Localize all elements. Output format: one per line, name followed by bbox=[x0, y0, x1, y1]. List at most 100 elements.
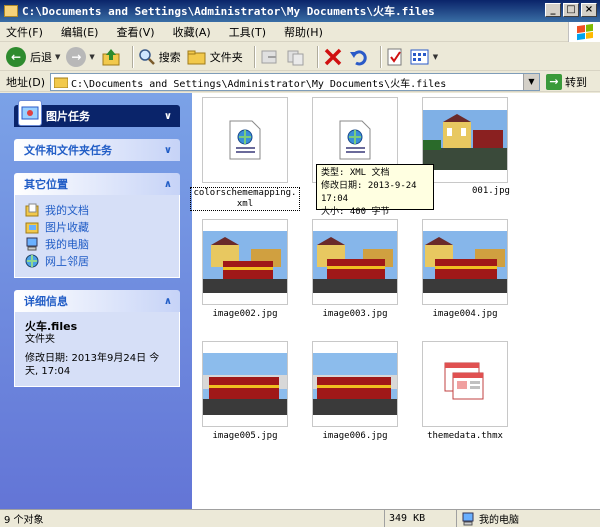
undo-button[interactable] bbox=[349, 47, 369, 67]
menu-favorites[interactable]: 收藏(A) bbox=[173, 24, 211, 40]
toolbar: ← 后退 ▼ → ▼ 搜索 文件夹 ▼ bbox=[0, 43, 600, 71]
file-item[interactable]: themedata.thmx bbox=[422, 341, 508, 441]
link-my-documents[interactable]: 我的文档 bbox=[25, 201, 169, 218]
file-item[interactable] bbox=[422, 97, 508, 183]
file-thumbnail bbox=[422, 341, 508, 427]
file-folder-tasks-header[interactable]: 文件和文件夹任务 ∨ bbox=[14, 139, 180, 161]
move-to-icon bbox=[261, 50, 277, 63]
status-location-label: 我的电脑 bbox=[479, 515, 519, 526]
folder-up-icon bbox=[102, 48, 120, 65]
file-thumbnail bbox=[422, 219, 508, 305]
train-photo-thumbnail bbox=[423, 231, 507, 293]
folders-button[interactable]: 文件夹 bbox=[187, 48, 243, 66]
go-button[interactable]: → 转到 bbox=[546, 74, 587, 90]
search-label: 搜索 bbox=[158, 50, 181, 64]
chevron-double-down-icon[interactable]: ∨ bbox=[164, 111, 172, 122]
link-my-computer[interactable]: 我的电脑 bbox=[25, 235, 169, 252]
chevron-double-up-icon[interactable]: ∧ bbox=[164, 296, 172, 307]
details-title: 详细信息 bbox=[24, 295, 68, 308]
other-places-list: 我的文档 图片收藏 我的电脑 网上邻居 bbox=[14, 195, 180, 278]
up-button[interactable] bbox=[101, 47, 121, 67]
file-item[interactable]: image003.jpg bbox=[312, 219, 398, 319]
file-item[interactable]: image006.jpg bbox=[312, 341, 398, 441]
toolbar-separator bbox=[253, 45, 255, 68]
back-button[interactable]: ← 后退 ▼ bbox=[6, 46, 61, 67]
views-icon bbox=[410, 49, 429, 64]
picture-tasks-icon bbox=[18, 100, 42, 126]
picture-tasks-panel: 图片任务 ∨ bbox=[14, 100, 180, 127]
details-body: 火车.files 文件夹 修改日期: 2013年9月24日 今天, 17:04 bbox=[14, 312, 180, 387]
details-header[interactable]: 详细信息 ∧ bbox=[14, 290, 180, 312]
address-dropdown-button[interactable]: ▼ bbox=[523, 74, 539, 90]
chevron-double-up-icon[interactable]: ∧ bbox=[164, 179, 172, 190]
file-folder-tasks-title: 文件和文件夹任务 bbox=[24, 144, 112, 157]
link-my-pictures[interactable]: 图片收藏 bbox=[25, 218, 169, 235]
file-folder-tasks-panel: 文件和文件夹任务 ∨ bbox=[14, 139, 180, 161]
address-input[interactable]: C:\Documents and Settings\Administrator\… bbox=[50, 73, 540, 91]
other-places-header[interactable]: 其它位置 ∧ bbox=[14, 173, 180, 195]
menu-tools[interactable]: 工具(T) bbox=[229, 24, 266, 40]
delete-button[interactable] bbox=[323, 47, 343, 67]
address-bar: 地址(D) C:\Documents and Settings\Administ… bbox=[0, 72, 600, 92]
other-places-title: 其它位置 bbox=[24, 178, 68, 191]
address-label: 地址(D) bbox=[6, 75, 46, 89]
xml-file-icon bbox=[339, 120, 371, 160]
file-item[interactable]: image005.jpg bbox=[202, 341, 288, 441]
file-name-fragment: 001.jpg bbox=[472, 186, 510, 196]
file-name: image003.jpg bbox=[322, 309, 388, 319]
minimize-button[interactable]: _ bbox=[545, 3, 561, 17]
windows-logo bbox=[568, 22, 600, 42]
network-places-icon bbox=[25, 254, 39, 267]
station-photo-thumbnail bbox=[423, 110, 507, 170]
chevron-down-icon: ▼ bbox=[89, 52, 95, 61]
train-photo-thumbnail bbox=[313, 231, 397, 293]
forward-button[interactable]: → ▼ bbox=[66, 46, 95, 67]
tooltip-type: 类型: XML 文档 bbox=[321, 168, 390, 178]
folder-icon bbox=[54, 77, 68, 88]
menu-edit[interactable]: 编辑(E) bbox=[61, 24, 99, 40]
link-network-places[interactable]: 网上邻居 bbox=[25, 252, 169, 269]
file-name: image005.jpg bbox=[212, 431, 278, 441]
picture-tasks-title: 图片任务 bbox=[46, 110, 90, 123]
menu-view[interactable]: 查看(V) bbox=[116, 24, 154, 40]
file-tooltip: 类型: XML 文档 修改日期: 2013-9-24 17:04 大小: 400… bbox=[316, 164, 434, 217]
menu-bar: 文件(F) 编辑(E) 查看(V) 收藏(A) 工具(T) 帮助(H) bbox=[0, 22, 600, 42]
menu-file[interactable]: 文件(F) bbox=[6, 24, 43, 40]
search-button[interactable]: 搜索 bbox=[138, 48, 181, 66]
file-name: image002.jpg bbox=[212, 309, 278, 319]
menu-help[interactable]: 帮助(H) bbox=[284, 24, 323, 40]
status-bar: 9 个对象 349 KB 我的电脑 bbox=[0, 509, 600, 527]
file-item[interactable]: image002.jpg bbox=[202, 219, 288, 319]
task-pane: 图片任务 ∨ 文件和文件夹任务 ∨ 其它位置 ∧ 我的文档 图片收藏 我的电脑 bbox=[0, 93, 192, 509]
chevron-down-icon: ▼ bbox=[55, 52, 61, 61]
toolbar-separator bbox=[316, 45, 318, 68]
title-bar[interactable]: C:\Documents and Settings\Administrator\… bbox=[0, 0, 600, 22]
link-label: 图片收藏 bbox=[45, 220, 89, 234]
folders-icon bbox=[187, 50, 206, 64]
move-to-button[interactable] bbox=[260, 48, 280, 66]
close-button[interactable]: × bbox=[581, 3, 597, 17]
train-photo-thumbnail bbox=[313, 353, 397, 415]
train-photo-thumbnail bbox=[203, 231, 287, 293]
file-name: colorschememapping.xml bbox=[190, 187, 300, 211]
file-item[interactable]: colorschememapping.xml bbox=[190, 97, 300, 211]
chevron-double-down-icon[interactable]: ∨ bbox=[164, 145, 172, 156]
file-item[interactable]: image004.jpg bbox=[422, 219, 508, 319]
maximize-button[interactable]: □ bbox=[563, 3, 579, 17]
file-name: themedata.thmx bbox=[427, 431, 503, 441]
picture-tasks-header[interactable]: 图片任务 ∨ bbox=[14, 100, 180, 127]
properties-button[interactable] bbox=[386, 47, 404, 67]
file-view[interactable]: colorschememapping.xml image002.jpg imag… bbox=[190, 93, 600, 509]
xml-file-icon bbox=[229, 120, 261, 160]
properties-icon bbox=[387, 48, 402, 65]
status-object-count: 9 个对象 bbox=[0, 510, 385, 527]
window-controls: _ □ × bbox=[545, 3, 597, 17]
file-name: image004.jpg bbox=[432, 309, 498, 319]
views-button[interactable]: ▼ bbox=[410, 48, 438, 66]
details-modified: 修改日期: 2013年9月24日 今天, 17:04 bbox=[25, 353, 160, 377]
copy-to-button[interactable] bbox=[286, 48, 306, 66]
back-arrow-icon: ← bbox=[6, 46, 26, 67]
link-label: 我的文档 bbox=[45, 203, 89, 217]
chevron-down-icon: ▼ bbox=[432, 52, 439, 61]
other-places-panel: 其它位置 ∧ 我的文档 图片收藏 我的电脑 网上邻居 bbox=[14, 173, 180, 278]
